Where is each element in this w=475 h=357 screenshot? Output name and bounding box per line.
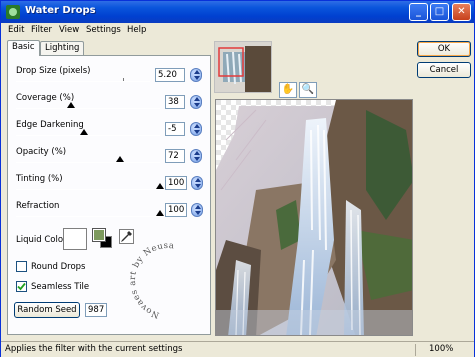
edge-darkening-track[interactable] xyxy=(16,135,160,136)
random-seed-button[interactable]: Random Seed xyxy=(14,302,80,318)
drop-size-input[interactable]: 5.20 xyxy=(155,68,185,82)
menu-settings[interactable]: Settings xyxy=(86,25,121,35)
menu-help[interactable]: Help xyxy=(127,25,146,35)
round-drops-label: Round Drops xyxy=(31,262,86,272)
refraction-spinner[interactable] xyxy=(191,203,203,217)
coverage-input[interactable]: 38 xyxy=(165,95,185,109)
cancel-button[interactable]: Cancel xyxy=(417,62,471,78)
refraction-track[interactable] xyxy=(16,216,160,217)
edge-darkening-slider-thumb[interactable] xyxy=(79,129,88,135)
drop-size-label: Drop Size (pixels) xyxy=(16,66,91,76)
refraction-label: Refraction xyxy=(16,201,60,211)
opacity-spinner[interactable] xyxy=(190,149,202,163)
drop-size-track[interactable] xyxy=(16,81,150,82)
preview-canvas[interactable] xyxy=(215,99,413,336)
waterfall-preview-image xyxy=(216,100,412,335)
edge-darkening-label: Edge Darkening xyxy=(16,120,84,130)
menu-filter[interactable]: Filter xyxy=(31,25,52,35)
round-drops-checkbox[interactable] xyxy=(16,261,27,272)
coverage-spinner[interactable] xyxy=(190,95,202,109)
hand-icon: ✋ xyxy=(281,84,295,95)
window-title: Water Drops xyxy=(25,5,96,16)
zoom-level: 100% xyxy=(429,344,454,354)
app-icon xyxy=(6,5,20,19)
refraction-slider-thumb[interactable] xyxy=(156,210,164,216)
ok-button[interactable]: OK xyxy=(417,41,471,57)
edge-darkening-input[interactable]: -5 xyxy=(165,122,185,136)
navigator-thumbnail[interactable] xyxy=(214,41,272,93)
navigator-image xyxy=(215,42,271,92)
maximize-button[interactable]: □ xyxy=(430,3,449,21)
tinting-label: Tinting (%) xyxy=(16,174,63,184)
water-drops-dialog: Water Drops _ □ ✕ Edit Filter View Setti… xyxy=(0,0,475,357)
status-bar: Applies the filter with the current sett… xyxy=(1,341,474,357)
seamless-tile-label: Seamless Tile xyxy=(31,282,90,292)
menu-view[interactable]: View xyxy=(59,25,79,35)
drop-size-spinner[interactable] xyxy=(190,68,202,82)
opacity-input[interactable]: 72 xyxy=(165,149,185,163)
coverage-label: Coverage (%) xyxy=(16,93,75,103)
menu-bar: Edit Filter View Settings Help xyxy=(1,23,474,39)
minimize-button[interactable]: _ xyxy=(409,3,428,21)
hand-tool-button[interactable]: ✋ xyxy=(279,82,297,98)
title-bar[interactable]: Water Drops _ □ ✕ xyxy=(1,1,474,23)
tinting-track[interactable] xyxy=(16,189,160,190)
watermark: Novaes art by Neusa xyxy=(128,241,175,320)
status-text: Applies the filter with the current sett… xyxy=(5,344,183,354)
drop-size-tick xyxy=(123,78,124,81)
edge-darkening-spinner[interactable] xyxy=(190,122,202,136)
opacity-track[interactable] xyxy=(16,162,160,163)
refraction-input[interactable]: 100 xyxy=(165,203,187,217)
tinting-spinner[interactable] xyxy=(191,176,203,190)
foreground-color-swatch[interactable] xyxy=(92,228,106,242)
tab-lighting[interactable]: Lighting xyxy=(40,41,85,56)
tinting-slider-thumb[interactable] xyxy=(156,183,164,189)
menu-edit[interactable]: Edit xyxy=(8,25,24,35)
opacity-slider-thumb[interactable] xyxy=(115,156,124,162)
close-button[interactable]: ✕ xyxy=(452,3,471,21)
checkmark-icon xyxy=(17,282,26,291)
coverage-slider-thumb[interactable] xyxy=(66,102,75,108)
svg-text:Novaes art by Neusa: Novaes art by Neusa xyxy=(128,241,175,320)
coverage-track[interactable] xyxy=(16,108,160,109)
opacity-label: Opacity (%) xyxy=(16,147,67,157)
tinting-input[interactable]: 100 xyxy=(165,176,187,190)
random-seed-input[interactable]: 987 xyxy=(85,303,107,317)
liquid-color-label: Liquid Color xyxy=(16,235,67,245)
watermark-text: Novaes art by Neusa xyxy=(128,241,175,320)
status-divider xyxy=(415,344,416,356)
seamless-tile-checkbox[interactable] xyxy=(16,281,27,292)
liquid-color-swatch[interactable] xyxy=(63,228,87,250)
tab-basic[interactable]: Basic xyxy=(7,40,40,56)
zoom-tool-button[interactable]: 🔍 xyxy=(299,82,317,98)
zoom-icon: 🔍 xyxy=(301,84,315,95)
basic-settings-panel: Drop Size (pixels) 5.20 Coverage (%) 38 … xyxy=(7,55,211,335)
